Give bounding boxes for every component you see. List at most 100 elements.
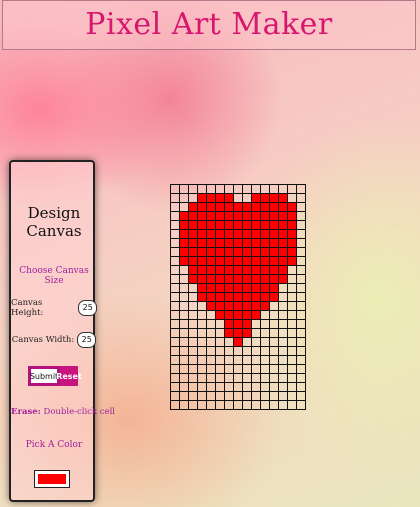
canvas-cell[interactable] xyxy=(260,265,270,275)
canvas-cell[interactable] xyxy=(260,202,270,212)
canvas-cell[interactable] xyxy=(188,382,198,392)
canvas-cell[interactable] xyxy=(287,391,297,401)
canvas-cell[interactable] xyxy=(197,337,207,347)
canvas-cell[interactable] xyxy=(179,238,189,248)
canvas-cell[interactable] xyxy=(170,391,180,401)
canvas-cell[interactable] xyxy=(233,328,243,338)
canvas-cell[interactable] xyxy=(233,220,243,230)
canvas-cell[interactable] xyxy=(242,283,252,293)
canvas-cell[interactable] xyxy=(296,193,306,203)
canvas-cell[interactable] xyxy=(215,265,225,275)
canvas-cell[interactable] xyxy=(197,355,207,365)
canvas-cell[interactable] xyxy=(179,202,189,212)
canvas-cell[interactable] xyxy=(224,229,234,239)
canvas-cell[interactable] xyxy=(260,355,270,365)
canvas-cell[interactable] xyxy=(287,283,297,293)
canvas-cell[interactable] xyxy=(296,319,306,329)
canvas-cell[interactable] xyxy=(215,337,225,347)
canvas-cell[interactable] xyxy=(233,184,243,194)
canvas-cell[interactable] xyxy=(197,301,207,311)
canvas-cell[interactable] xyxy=(224,310,234,320)
canvas-cell[interactable] xyxy=(278,256,288,266)
canvas-cell[interactable] xyxy=(170,274,180,284)
canvas-cell[interactable] xyxy=(242,364,252,374)
canvas-cell[interactable] xyxy=(242,292,252,302)
canvas-cell[interactable] xyxy=(242,328,252,338)
canvas-cell[interactable] xyxy=(224,283,234,293)
canvas-cell[interactable] xyxy=(242,238,252,248)
canvas-cell[interactable] xyxy=(170,220,180,230)
canvas-cell[interactable] xyxy=(269,310,279,320)
canvas-cell[interactable] xyxy=(206,337,216,347)
canvas-cell[interactable] xyxy=(206,328,216,338)
canvas-cell[interactable] xyxy=(179,355,189,365)
canvas-cell[interactable] xyxy=(260,391,270,401)
canvas-cell[interactable] xyxy=(188,319,198,329)
canvas-cell[interactable] xyxy=(296,220,306,230)
canvas-cell[interactable] xyxy=(278,202,288,212)
canvas-cell[interactable] xyxy=(215,328,225,338)
canvas-cell[interactable] xyxy=(206,265,216,275)
reset-button[interactable]: Reset xyxy=(56,366,82,386)
canvas-cell[interactable] xyxy=(242,184,252,194)
canvas-cell[interactable] xyxy=(260,184,270,194)
canvas-cell[interactable] xyxy=(278,328,288,338)
canvas-cell[interactable] xyxy=(296,355,306,365)
canvas-cell[interactable] xyxy=(242,391,252,401)
canvas-cell[interactable] xyxy=(224,355,234,365)
canvas-cell[interactable] xyxy=(233,337,243,347)
canvas-cell[interactable] xyxy=(287,274,297,284)
canvas-cell[interactable] xyxy=(206,400,216,410)
canvas-cell[interactable] xyxy=(260,328,270,338)
canvas-cell[interactable] xyxy=(296,211,306,221)
canvas-cell[interactable] xyxy=(170,400,180,410)
canvas-cell[interactable] xyxy=(224,364,234,374)
canvas-cell[interactable] xyxy=(296,184,306,194)
canvas-cell[interactable] xyxy=(170,265,180,275)
canvas-cell[interactable] xyxy=(287,292,297,302)
canvas-cell[interactable] xyxy=(242,256,252,266)
canvas-cell[interactable] xyxy=(197,256,207,266)
canvas-cell[interactable] xyxy=(233,400,243,410)
canvas-cell[interactable] xyxy=(224,220,234,230)
canvas-cell[interactable] xyxy=(206,247,216,257)
canvas-cell[interactable] xyxy=(260,256,270,266)
canvas-cell[interactable] xyxy=(188,256,198,266)
canvas-cell[interactable] xyxy=(278,319,288,329)
canvas-cell[interactable] xyxy=(269,202,279,212)
canvas-cell[interactable] xyxy=(179,346,189,356)
canvas-cell[interactable] xyxy=(188,184,198,194)
canvas-cell[interactable] xyxy=(260,274,270,284)
canvas-cell[interactable] xyxy=(242,220,252,230)
canvas-cell[interactable] xyxy=(296,346,306,356)
canvas-cell[interactable] xyxy=(269,265,279,275)
canvas-cell[interactable] xyxy=(188,355,198,365)
canvas-cell[interactable] xyxy=(188,346,198,356)
canvas-cell[interactable] xyxy=(233,238,243,248)
canvas-cell[interactable] xyxy=(251,391,261,401)
canvas-cell[interactable] xyxy=(197,202,207,212)
canvas-cell[interactable] xyxy=(215,310,225,320)
canvas-cell[interactable] xyxy=(287,346,297,356)
canvas-cell[interactable] xyxy=(197,346,207,356)
canvas-cell[interactable] xyxy=(296,229,306,239)
canvas-cell[interactable] xyxy=(287,256,297,266)
canvas-cell[interactable] xyxy=(188,364,198,374)
canvas-cell[interactable] xyxy=(278,310,288,320)
canvas-cell[interactable] xyxy=(179,400,189,410)
canvas-cell[interactable] xyxy=(278,211,288,221)
canvas-cell[interactable] xyxy=(206,310,216,320)
canvas-cell[interactable] xyxy=(206,238,216,248)
canvas-cell[interactable] xyxy=(206,256,216,266)
canvas-cell[interactable] xyxy=(224,256,234,266)
width-input[interactable]: 25 xyxy=(77,332,97,348)
canvas-cell[interactable] xyxy=(179,211,189,221)
canvas-cell[interactable] xyxy=(206,364,216,374)
canvas-cell[interactable] xyxy=(296,283,306,293)
canvas-cell[interactable] xyxy=(278,274,288,284)
canvas-cell[interactable] xyxy=(206,391,216,401)
canvas-cell[interactable] xyxy=(224,400,234,410)
canvas-cell[interactable] xyxy=(260,337,270,347)
canvas-cell[interactable] xyxy=(251,337,261,347)
canvas-cell[interactable] xyxy=(170,247,180,257)
